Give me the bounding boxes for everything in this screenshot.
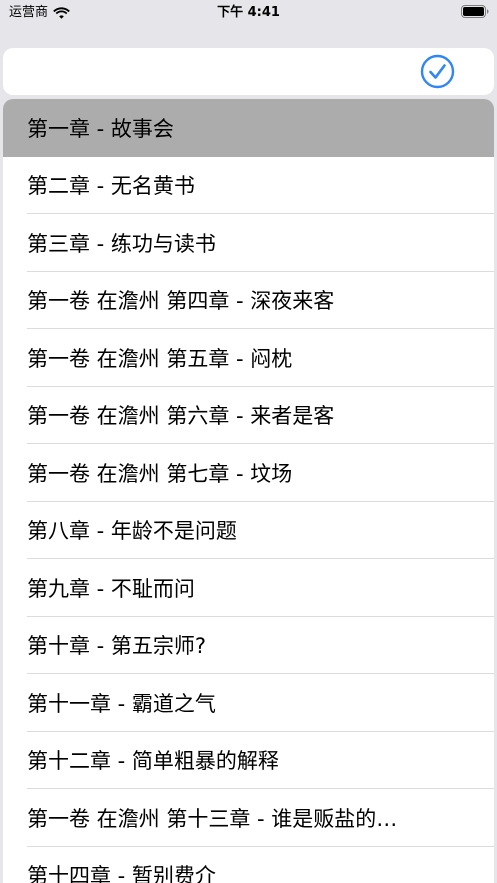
chapter-title: 第一卷 在澹州 第六章 - 来者是客	[27, 404, 335, 429]
chapter-item[interactable]: 第二章 - 无名黄书	[3, 157, 494, 215]
status-bar: 运营商 下午 4:41	[0, 0, 497, 26]
checkmark-circle-icon[interactable]	[420, 54, 455, 89]
chapter-title: 第一卷 在澹州 第五章 - 闷枕	[27, 346, 293, 371]
chapter-item[interactable]: 第一卷 在澹州 第五章 - 闷枕	[3, 329, 494, 387]
chapter-title: 第十四章 - 暂别费介	[27, 864, 216, 883]
chapter-title: 第十一章 - 霸道之气	[27, 691, 216, 716]
chapter-title: 第十二章 - 简单粗暴的解释	[27, 749, 279, 774]
battery-icon	[461, 5, 489, 18]
chapter-title: 第二章 - 无名黄书	[27, 174, 195, 199]
chapter-title: 第一卷 在澹州 第四章 - 深夜来客	[27, 289, 335, 314]
chapter-item[interactable]: 第一卷 在澹州 第四章 - 深夜来客	[3, 272, 494, 330]
chapter-title: 第八章 - 年龄不是问题	[27, 519, 237, 544]
chapter-list[interactable]: 第一章 - 故事会 第二章 - 无名黄书 第三章 - 练功与读书第一卷 在澹州 第四…	[3, 99, 494, 883]
chapter-item[interactable]: 第一卷 在澹州 第七章 - 坟场	[3, 444, 494, 502]
chapter-title: 第一卷 在澹州 第七章 - 坟场	[27, 461, 293, 486]
chapter-item[interactable]: 第三章 - 练功与读书	[3, 214, 494, 272]
chapter-item[interactable]: 第十四章 - 暂别费介	[3, 847, 494, 883]
chapter-title: 第三章 - 练功与读书	[27, 231, 216, 256]
chapter-title: 第九章 - 不耻而问	[27, 576, 195, 601]
chapter-item[interactable]: 第十章 - 第五宗师?	[3, 617, 494, 675]
top-bar	[3, 48, 494, 95]
status-time: 下午 4:41	[217, 5, 280, 20]
chapter-title: 第一章 - 故事会	[27, 116, 174, 141]
chapter-item[interactable]: 第八章 - 年龄不是问题	[3, 502, 494, 560]
chapter-item[interactable]: 第一卷 在澹州 第十三章 - 谁是贩盐的…	[3, 789, 494, 847]
chapter-title: 第十章 - 第五宗师?	[27, 634, 207, 659]
chapter-item[interactable]: 第十二章 - 简单粗暴的解释	[3, 732, 494, 790]
chapter-item[interactable]: 第九章 - 不耻而问	[3, 559, 494, 617]
chapter-item[interactable]: 第十一章 - 霸道之气	[3, 674, 494, 732]
chapter-title: 第一卷 在澹州 第十三章 - 谁是贩盐的…	[27, 806, 398, 831]
chapter-item[interactable]: 第一卷 在澹州 第六章 - 来者是客	[3, 387, 494, 445]
chapter-item[interactable]: 第一章 - 故事会	[3, 99, 494, 157]
